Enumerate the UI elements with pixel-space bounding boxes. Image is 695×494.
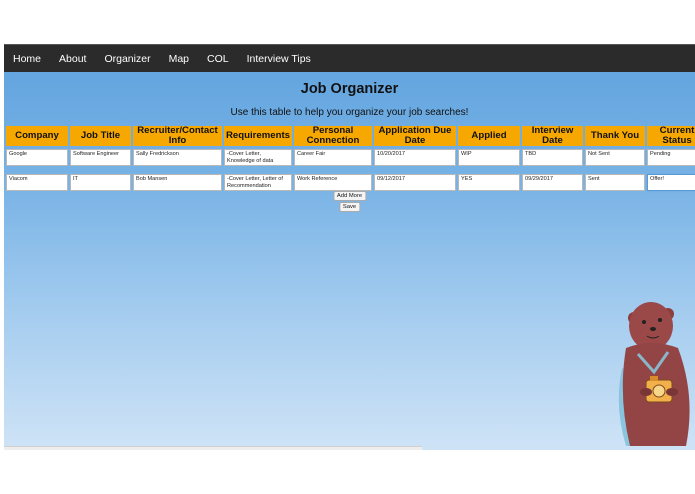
cell-recruiter[interactable]: Sally Fredrickson <box>133 149 222 166</box>
header-current-status: Current Status <box>647 126 695 146</box>
cell-interview-date[interactable]: TBD <box>522 149 583 166</box>
header-requirements: Requirements <box>224 126 292 146</box>
cell-current-status[interactable]: Pending <box>647 149 695 166</box>
cell-interview-date[interactable]: 09/29/2017 <box>522 174 583 191</box>
job-table: Company Job Title Recruiter/Contact Info… <box>4 126 695 194</box>
nav-home[interactable]: Home <box>13 53 41 65</box>
cell-job-title[interactable]: Software Engineer <box>70 149 131 166</box>
cell-requirements[interactable]: -Cover Letter, Knowledge of data <box>224 149 292 166</box>
nav-about[interactable]: About <box>59 53 86 65</box>
header-interview-date: Interview Date <box>522 126 583 146</box>
horizontal-scrollbar[interactable] <box>4 446 422 450</box>
top-navbar: Home About Organizer Map COL Interview T… <box>4 44 695 72</box>
nav-map[interactable]: Map <box>169 53 189 65</box>
cell-recruiter[interactable]: Bob Mansen <box>133 174 222 191</box>
nav-interview-tips[interactable]: Interview Tips <box>247 53 311 65</box>
cell-application-due-date[interactable]: 10/20/2017 <box>374 149 456 166</box>
header-application-due-date: Application Due Date <box>374 126 456 146</box>
cell-company[interactable]: Viacom <box>6 174 68 191</box>
cell-application-due-date[interactable]: 09/12/2017 <box>374 174 456 191</box>
add-more-button[interactable]: Add More <box>332 191 367 201</box>
cell-current-status[interactable]: Offer! <box>647 174 695 191</box>
cell-personal-connection[interactable]: Work Reference <box>294 174 372 191</box>
header-recruiter-contact-info: Recruiter/Contact Info <box>133 126 222 146</box>
otter-with-camera-icon <box>618 302 690 446</box>
cell-thank-you[interactable]: Sent <box>585 174 645 191</box>
header-company: Company <box>6 126 68 146</box>
page-background: Home About Organizer Map COL Interview T… <box>4 44 695 450</box>
cell-thank-you[interactable]: Not Sent <box>585 149 645 166</box>
header-applied: Applied <box>458 126 520 146</box>
cell-job-title[interactable]: IT <box>70 174 131 191</box>
cell-company[interactable]: Google <box>6 149 68 166</box>
header-job-title: Job Title <box>70 126 131 146</box>
cell-personal-connection[interactable]: Career Fair <box>294 149 372 166</box>
cell-applied[interactable]: YES <box>458 174 520 191</box>
page-subtitle: Use this table to help you organize your… <box>230 107 469 118</box>
page-title: Job Organizer <box>300 81 399 97</box>
cell-applied[interactable]: WIP <box>458 149 520 166</box>
header-personal-connection: Personal Connection <box>294 126 372 146</box>
cell-requirements[interactable]: -Cover Letter, Letter of Recommendation <box>224 174 292 191</box>
table-row: Google Software Engineer Sally Fredricks… <box>6 146 695 169</box>
header-thank-you: Thank You <box>585 126 645 146</box>
save-button[interactable]: Save <box>338 202 361 212</box>
nav-organizer[interactable]: Organizer <box>104 53 150 65</box>
nav-col[interactable]: COL <box>207 53 229 65</box>
